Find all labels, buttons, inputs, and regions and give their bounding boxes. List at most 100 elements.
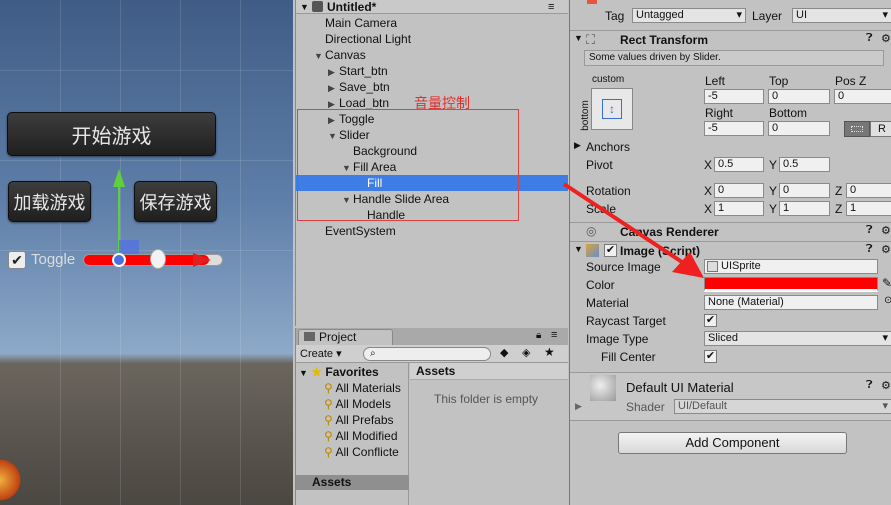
favorites-item[interactable]: ⚲ All Prefabs: [324, 413, 394, 428]
scale-y-label: Y: [769, 202, 778, 216]
star-icon[interactable]: ★: [544, 345, 555, 359]
pivot-y-field[interactable]: 0.5: [779, 157, 830, 172]
favorites-item[interactable]: ⚲ All Modified: [324, 429, 398, 444]
scene-view[interactable]: 开始游戏 加载游戏 保存游戏 ✔ Toggle: [0, 0, 293, 505]
scale-z-label: Z: [835, 202, 843, 216]
stretch-vertical-icon: ↕: [602, 99, 622, 119]
gear-icon[interactable]: ⚙: [881, 379, 891, 392]
save-game-button[interactable]: 保存游戏: [134, 181, 217, 222]
top-field[interactable]: 0: [768, 89, 830, 104]
hierarchy-item-canvas[interactable]: ▼ Canvas: [296, 47, 568, 63]
fill-center-checkbox[interactable]: ✔: [704, 350, 717, 363]
grid-line: [0, 160, 293, 161]
posz-field[interactable]: 0: [834, 89, 891, 104]
create-dropdown[interactable]: Create ▾: [300, 347, 350, 361]
annotation-label: 音量控制: [414, 96, 470, 112]
hierarchy-item-main-camera[interactable]: Main Camera: [296, 15, 568, 31]
hierarchy-item-label: Save_btn: [339, 80, 390, 94]
search-icon: ⚲: [324, 397, 336, 411]
lock-icon[interactable]: 🔒︎: [536, 330, 541, 341]
pivot-x-field[interactable]: 0.5: [714, 157, 764, 172]
triangle-right-icon[interactable]: ▶: [575, 401, 582, 412]
triangle-right-icon[interactable]: ▶: [574, 140, 581, 151]
hierarchy-item-start-btn[interactable]: ▶ Start_btn: [296, 63, 568, 79]
gear-icon[interactable]: ⚙: [881, 243, 891, 256]
pivot-icon[interactable]: [112, 253, 126, 267]
search-input[interactable]: ⌕: [363, 347, 491, 361]
favorites-tree: ▼ ★ Favorites ⚲ All Materials ⚲ All Model…: [296, 363, 409, 505]
left-field[interactable]: -5: [704, 89, 764, 104]
filter-type-icon[interactable]: ◆: [500, 346, 508, 359]
rotation-z-field[interactable]: 0: [846, 183, 891, 198]
gear-icon[interactable]: ⚙: [881, 224, 891, 237]
help-icon[interactable]: ❓︎: [866, 32, 873, 45]
triangle-down-icon: ▼: [574, 33, 583, 43]
favorites-item[interactable]: ⚲ All Models: [324, 397, 391, 412]
blueprint-mode-button[interactable]: [844, 121, 870, 137]
assets-root-item[interactable]: Assets: [296, 475, 409, 490]
favorites-item[interactable]: ⚲ All Materials: [324, 381, 401, 396]
context-menu-icon[interactable]: ≡: [548, 0, 554, 14]
top-label: Top: [769, 74, 789, 88]
search-icon: ⚲: [324, 429, 336, 443]
slider-handle[interactable]: [150, 249, 166, 269]
layer-dropdown[interactable]: UI ▾: [792, 8, 891, 23]
x-arrow-icon[interactable]: [193, 253, 211, 267]
shader-value: UI/Default: [678, 400, 727, 412]
right-field[interactable]: -5: [704, 121, 764, 136]
posz-label: Pos Z: [835, 74, 867, 88]
scale-x-field[interactable]: 1: [714, 201, 764, 216]
fill-center-label: Fill Center: [601, 350, 656, 364]
context-menu-icon[interactable]: ≡: [551, 329, 557, 341]
tag-dropdown[interactable]: Untagged ▾: [632, 8, 746, 23]
raycast-target-checkbox[interactable]: ✔: [704, 314, 717, 327]
right-label: Right: [705, 106, 734, 120]
triangle-down-icon[interactable]: ▼: [314, 48, 325, 64]
hierarchy-item-label: Directional Light: [325, 32, 412, 46]
y-arrow-icon[interactable]: [113, 169, 125, 187]
triangle-right-icon[interactable]: ▶: [328, 64, 339, 80]
bottom-field[interactable]: 0: [768, 121, 830, 136]
object-picker-icon[interactable]: ⊙: [884, 295, 891, 306]
help-icon[interactable]: ❓︎: [866, 224, 873, 237]
raw-edit-button[interactable]: R: [870, 121, 891, 137]
pivot-x-label: X: [704, 158, 713, 172]
shader-dropdown[interactable]: UI/Default ▾: [674, 399, 891, 414]
anchor-preset-label: custom: [592, 74, 625, 85]
plane-handle-icon[interactable]: [119, 240, 139, 254]
hierarchy-item-label: EventSystem: [325, 224, 396, 238]
hierarchy-item-directional-light[interactable]: Directional Light: [296, 31, 568, 47]
assets-breadcrumb[interactable]: Assets: [410, 363, 568, 380]
scale-y-field[interactable]: 1: [779, 201, 830, 216]
rect-transform-header[interactable]: ▼ ⛶ Rect Transform ❓︎ ⚙: [570, 30, 891, 48]
grid-line: [240, 0, 241, 505]
toggle-checkmark-icon[interactable]: ✔: [8, 251, 26, 269]
eyedropper-icon[interactable]: ✎: [882, 276, 891, 290]
help-icon[interactable]: ❓︎: [866, 243, 873, 256]
scale-z-field[interactable]: 1: [846, 201, 891, 216]
favorites-item[interactable]: ⚲ All Conflicte: [324, 445, 399, 460]
rotation-x-field[interactable]: 0: [714, 183, 764, 198]
rotation-z-label: Z: [835, 184, 843, 198]
assets-root-label: Assets: [312, 475, 352, 489]
material-field[interactable]: None (Material): [704, 295, 878, 310]
gear-icon[interactable]: ⚙: [881, 32, 891, 45]
load-game-button[interactable]: 加载游戏: [8, 181, 91, 222]
scene-header[interactable]: ▼ Untitled* ≡: [296, 0, 568, 14]
rotation-y-field[interactable]: 0: [779, 183, 830, 198]
hierarchy-item-eventsystem[interactable]: EventSystem: [296, 223, 568, 239]
add-component-button[interactable]: Add Component: [618, 432, 847, 454]
color-swatch[interactable]: [704, 277, 878, 292]
favorites-item-label: All Models: [335, 397, 391, 411]
triangle-right-icon[interactable]: ▶: [328, 80, 339, 96]
help-icon[interactable]: ❓︎: [866, 379, 873, 392]
favorites-header[interactable]: ▼ ★ Favorites: [299, 365, 379, 380]
filter-label-icon[interactable]: ◈: [522, 346, 530, 359]
anchor-presets-button[interactable]: ↕: [591, 88, 633, 130]
image-type-dropdown[interactable]: Sliced ▾: [704, 331, 891, 346]
start-game-button[interactable]: 开始游戏: [7, 112, 216, 156]
left-label: Left: [705, 74, 726, 88]
anchors-label[interactable]: Anchors: [586, 140, 630, 154]
source-image-field[interactable]: UISprite: [704, 259, 878, 274]
divider: [570, 420, 891, 421]
